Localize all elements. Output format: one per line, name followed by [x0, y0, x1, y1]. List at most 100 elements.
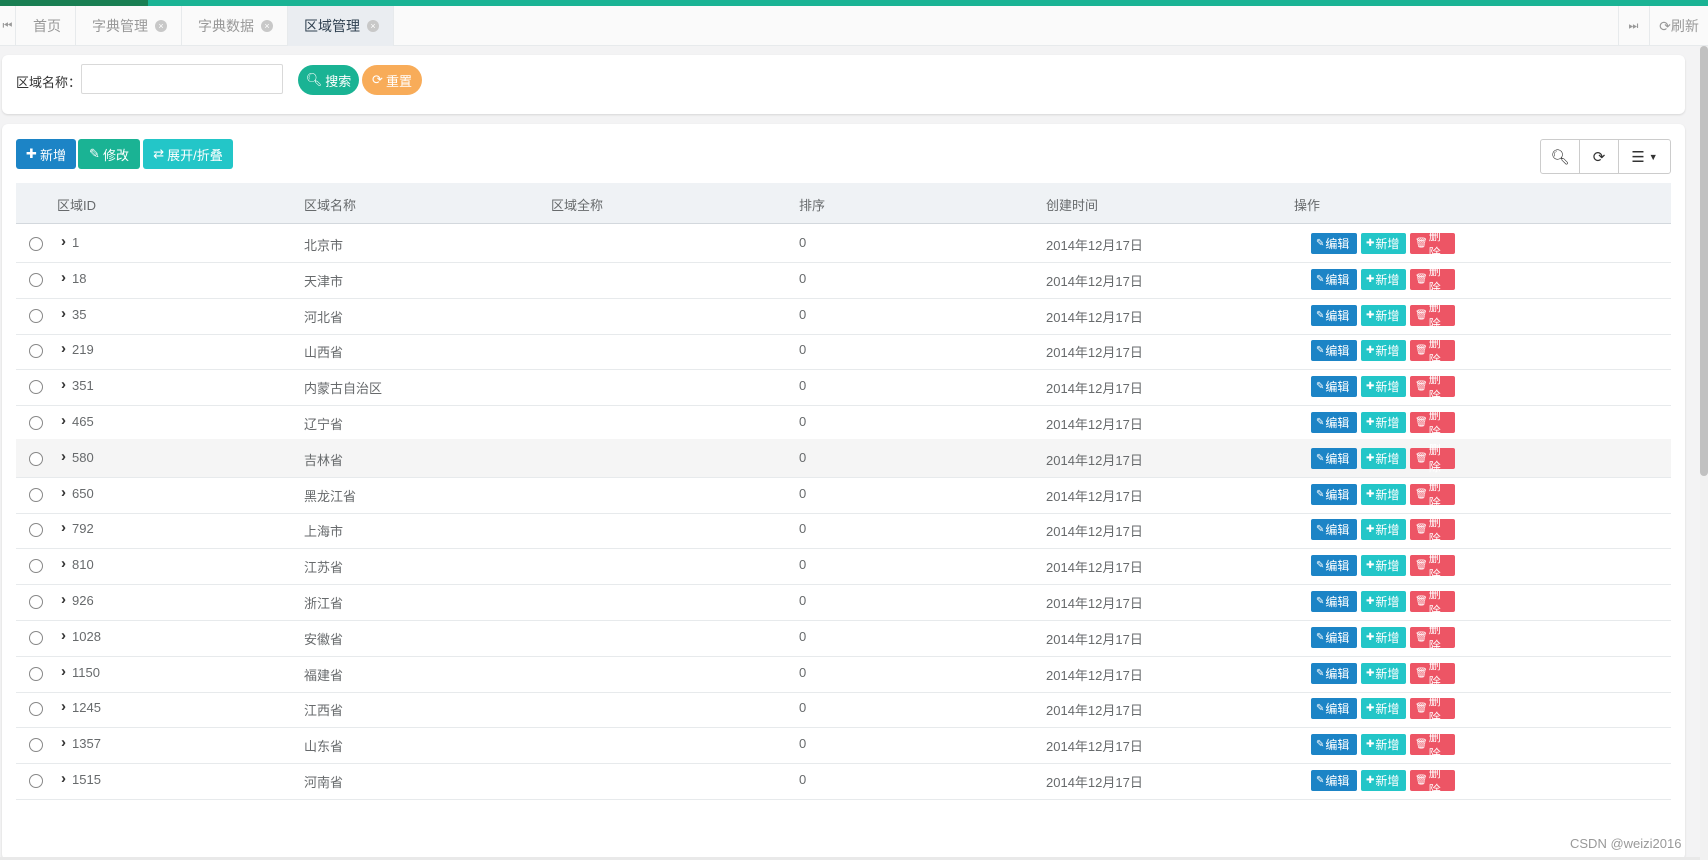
expand-chevron-icon[interactable]: › [61, 627, 66, 644]
column-header[interactable]: 操作 [1294, 195, 1320, 214]
row-edit-button[interactable]: ✎ 编辑 [1311, 698, 1357, 720]
expand-chevron-icon[interactable]: › [61, 412, 66, 429]
row-add-button[interactable]: ✚ 新增 [1361, 662, 1406, 684]
row-edit-button[interactable]: ✎ 编辑 [1311, 268, 1357, 290]
close-icon[interactable]: × [367, 20, 379, 32]
expand-chevron-icon[interactable]: › [61, 734, 66, 751]
row-delete-button[interactable]: 🗑︎ 删除 [1410, 730, 1455, 761]
tab-1[interactable]: 字典管理 × [76, 6, 182, 46]
row-delete-button[interactable]: 🗑︎ 删除 [1410, 300, 1455, 331]
row-add-button[interactable]: ✚ 新增 [1361, 233, 1406, 254]
column-header[interactable]: 区域全称 [551, 195, 603, 214]
table-row[interactable]: › 465 辽宁省 0 2014年12月17日 ✎ 编辑 ✚ 新增 🗑︎ 删除 [16, 403, 1671, 442]
row-radio[interactable] [29, 595, 43, 609]
row-radio[interactable] [29, 487, 43, 502]
row-add-button[interactable]: ✚ 新增 [1361, 340, 1406, 362]
search-button[interactable]: 🔍︎ 搜索 [298, 65, 359, 95]
row-delete-button[interactable]: 🗑︎ 删除 [1410, 264, 1455, 295]
row-add-button[interactable]: ✚ 新增 [1361, 483, 1406, 505]
expand-chevron-icon[interactable]: › [61, 376, 66, 393]
row-add-button[interactable]: ✚ 新增 [1361, 698, 1406, 720]
row-delete-button[interactable]: 🗑︎ 删除 [1410, 443, 1455, 474]
row-delete-button[interactable]: 🗑︎ 删除 [1410, 766, 1455, 797]
table-row[interactable]: › 1515 河南省 0 2014年12月17日 ✎ 编辑 ✚ 新增 🗑︎ 删除 [16, 761, 1671, 800]
table-row[interactable]: › 1028 安徽省 0 2014年12月17日 ✎ 编辑 ✚ 新增 🗑︎ 删除 [16, 618, 1671, 657]
expand-chevron-icon[interactable]: › [61, 698, 66, 715]
refresh-table-button[interactable]: ⟳ [1580, 140, 1619, 173]
row-edit-button[interactable]: ✎ 编辑 [1311, 412, 1357, 433]
region-name-input[interactable] [81, 64, 283, 94]
row-edit-button[interactable]: ✎ 编辑 [1311, 340, 1357, 362]
row-add-button[interactable]: ✚ 新增 [1361, 519, 1406, 541]
row-edit-button[interactable]: ✎ 编辑 [1311, 447, 1357, 469]
row-edit-button[interactable]: ✎ 编辑 [1311, 483, 1357, 505]
row-radio[interactable] [29, 272, 43, 287]
tab-scroll-right-button[interactable]: ⏭ [1618, 6, 1648, 46]
expand-chevron-icon[interactable]: › [61, 305, 66, 322]
row-add-button[interactable]: ✚ 新增 [1361, 447, 1406, 469]
refresh-tab-button[interactable]: ⟳ 刷新 [1649, 6, 1708, 46]
table-row[interactable]: › 1245 江西省 0 2014年12月17日 ✎ 编辑 ✚ 新增 🗑︎ 删除 [16, 689, 1671, 729]
table-row[interactable]: › 926 浙江省 0 2014年12月17日 ✎ 编辑 ✚ 新增 🗑︎ 删除 [16, 582, 1671, 621]
expand-chevron-icon[interactable]: › [61, 770, 66, 787]
close-icon[interactable]: × [155, 20, 167, 32]
row-delete-button[interactable]: 🗑︎ 删除 [1410, 551, 1455, 582]
row-edit-button[interactable]: ✎ 编辑 [1311, 304, 1357, 326]
row-radio[interactable] [29, 630, 43, 645]
edit-button[interactable]: ✎ 修改 [78, 139, 140, 169]
row-radio[interactable] [29, 451, 43, 466]
row-edit-button[interactable]: ✎ 编辑 [1311, 626, 1357, 648]
row-delete-button[interactable]: 🗑︎ 删除 [1410, 372, 1455, 403]
expand-chevron-icon[interactable]: › [61, 269, 66, 286]
row-add-button[interactable]: ✚ 新增 [1361, 591, 1406, 612]
row-add-button[interactable]: ✚ 新增 [1361, 626, 1406, 648]
column-header[interactable]: 创建时间 [1046, 195, 1098, 214]
row-edit-button[interactable]: ✎ 编辑 [1311, 519, 1357, 541]
row-radio[interactable] [29, 308, 43, 323]
row-radio[interactable] [29, 237, 43, 251]
row-edit-button[interactable]: ✎ 编辑 [1311, 770, 1357, 791]
table-row[interactable]: › 18 天津市 0 2014年12月17日 ✎ 编辑 ✚ 新增 🗑︎ 删除 [16, 260, 1671, 299]
row-delete-button[interactable]: 🗑︎ 删除 [1410, 622, 1455, 653]
row-edit-button[interactable]: ✎ 编辑 [1311, 233, 1357, 254]
row-edit-button[interactable]: ✎ 编辑 [1311, 591, 1357, 612]
table-row[interactable]: › 1357 山东省 0 2014年12月17日 ✎ 编辑 ✚ 新增 🗑︎ 删除 [16, 725, 1671, 765]
close-icon[interactable]: × [261, 20, 273, 32]
row-edit-button[interactable]: ✎ 编辑 [1311, 734, 1357, 756]
table-row[interactable]: › 1 北京市 0 2014年12月17日 ✎ 编辑 ✚ 新增 🗑︎ 删除 [16, 224, 1671, 263]
row-radio[interactable] [29, 738, 43, 753]
column-header[interactable]: 区域ID [57, 195, 96, 214]
row-edit-button[interactable]: ✎ 编辑 [1311, 376, 1357, 398]
row-delete-button[interactable]: 🗑︎ 删除 [1410, 336, 1455, 367]
table-row[interactable]: › 351 内蒙古自治区 0 2014年12月17日 ✎ 编辑 ✚ 新增 🗑︎ 删除 [16, 367, 1671, 407]
expand-chevron-icon[interactable]: › [61, 519, 66, 536]
row-radio[interactable] [29, 559, 43, 574]
row-radio[interactable] [29, 344, 43, 359]
expand-chevron-icon[interactable]: › [61, 591, 66, 608]
row-radio[interactable] [29, 380, 43, 395]
tab-2[interactable]: 字典数据 × [182, 6, 288, 46]
tab-scroll-left-button[interactable]: ⏮ [0, 6, 16, 46]
tab-3[interactable]: 区域管理 × [288, 6, 394, 46]
row-delete-button[interactable]: 🗑︎ 删除 [1410, 229, 1455, 260]
row-add-button[interactable]: ✚ 新增 [1361, 268, 1406, 290]
expand-chevron-icon[interactable]: › [61, 448, 66, 465]
row-radio[interactable] [29, 666, 43, 681]
row-radio[interactable] [29, 523, 43, 538]
row-add-button[interactable]: ✚ 新增 [1361, 734, 1406, 756]
expand-chevron-icon[interactable]: › [61, 555, 66, 572]
row-add-button[interactable]: ✚ 新增 [1361, 304, 1406, 326]
column-header[interactable]: 排序 [799, 195, 825, 214]
row-add-button[interactable]: ✚ 新增 [1361, 412, 1406, 433]
row-edit-button[interactable]: ✎ 编辑 [1311, 555, 1357, 577]
row-delete-button[interactable]: 🗑︎ 删除 [1410, 587, 1455, 618]
expand-chevron-icon[interactable]: › [61, 484, 66, 501]
toggle-search-button[interactable]: 🔍︎ [1541, 140, 1580, 173]
expand-chevron-icon[interactable]: › [61, 340, 66, 357]
expand-chevron-icon[interactable]: › [61, 663, 66, 680]
scrollbar-thumb[interactable] [1700, 46, 1708, 476]
row-edit-button[interactable]: ✎ 编辑 [1311, 662, 1357, 684]
table-row[interactable]: › 219 山西省 0 2014年12月17日 ✎ 编辑 ✚ 新增 🗑︎ 删除 [16, 331, 1671, 371]
table-row[interactable]: › 35 河北省 0 2014年12月17日 ✎ 编辑 ✚ 新增 🗑︎ 删除 [16, 296, 1671, 335]
row-delete-button[interactable]: 🗑︎ 删除 [1410, 658, 1455, 689]
